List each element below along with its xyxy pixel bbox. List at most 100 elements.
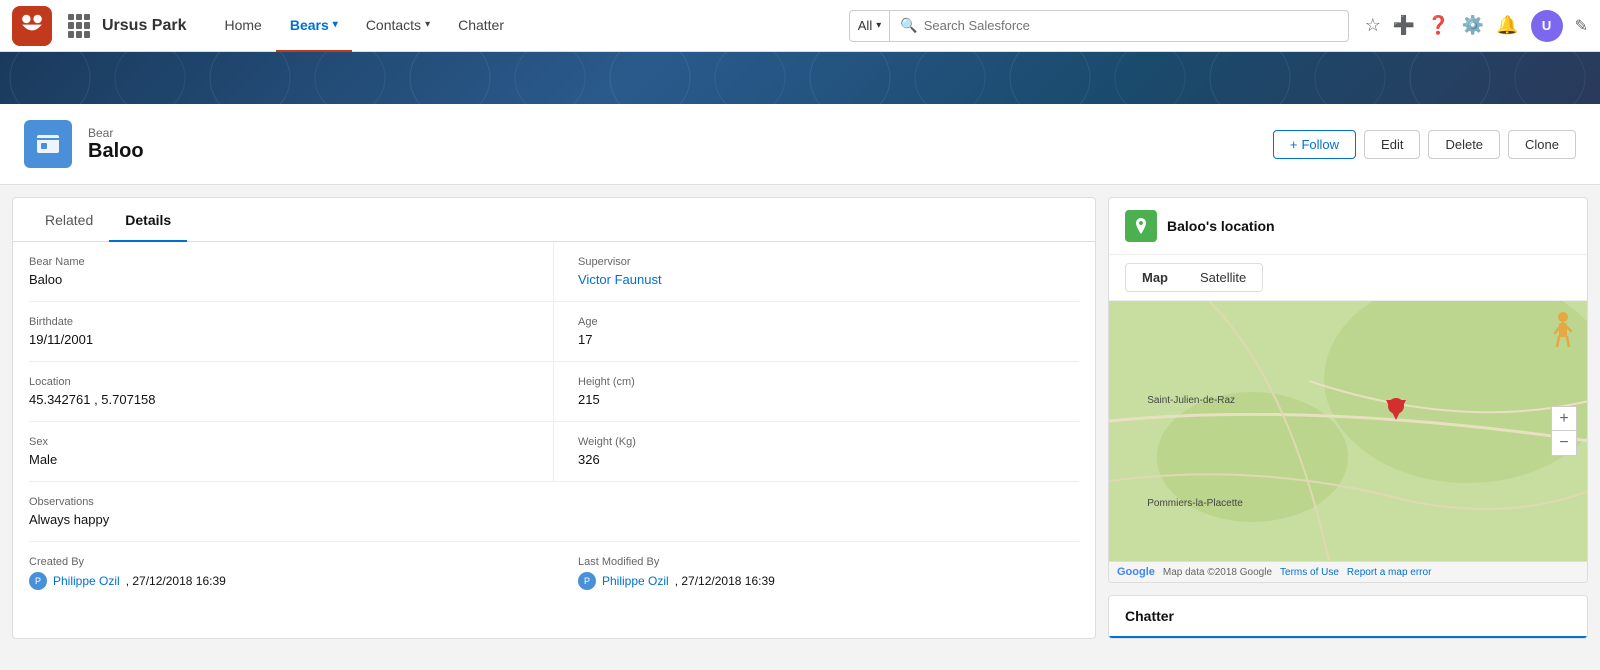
map-label-2: Pommiers-la-Placette	[1147, 498, 1243, 509]
main-content: Related Details Bear Name Baloo ✎ Superv…	[0, 185, 1600, 651]
map-tab-satellite[interactable]: Satellite	[1184, 264, 1262, 291]
map-zoom-controls: + −	[1551, 406, 1577, 456]
record-header-left: Bear Baloo	[24, 120, 144, 168]
search-scope-selector[interactable]: All ▾	[849, 10, 889, 42]
chatter-title: Chatter	[1125, 608, 1174, 624]
birthdate-value: 19/11/2001	[29, 332, 529, 347]
tab-related[interactable]: Related	[29, 198, 109, 242]
user-avatar[interactable]: U	[1531, 10, 1563, 42]
edit-nav-icon[interactable]: ✎	[1575, 16, 1588, 36]
report-link[interactable]: Report a map error	[1347, 567, 1431, 578]
scope-dropdown-icon: ▾	[876, 20, 881, 31]
app-launcher-icon[interactable]	[68, 14, 92, 38]
terms-link[interactable]: Terms of Use	[1280, 567, 1339, 578]
setup-icon[interactable]: ⚙️	[1462, 15, 1484, 36]
field-bear-name: Bear Name Baloo ✎	[29, 242, 554, 302]
nav-contacts[interactable]: Contacts ▾	[352, 0, 444, 52]
favorites-icon[interactable]: ☆	[1365, 15, 1381, 36]
supervisor-value: Victor Faunust	[578, 272, 1055, 287]
created-by-icon: P	[29, 572, 47, 590]
app-logo[interactable]	[12, 6, 52, 46]
search-input[interactable]	[924, 18, 1338, 33]
delete-button[interactable]: Delete	[1428, 130, 1500, 159]
record-title: Bear Baloo	[88, 126, 144, 163]
map-roads	[1109, 301, 1587, 561]
map-header: Baloo's location	[1109, 198, 1587, 255]
location-label: Location	[29, 376, 529, 388]
nav-home[interactable]: Home	[211, 0, 276, 52]
clone-button[interactable]: Clone	[1508, 130, 1576, 159]
street-view-icon[interactable]	[1549, 311, 1577, 347]
map-container[interactable]: Saint-Julien-de-Raz Pommiers-la-Placette	[1109, 301, 1587, 561]
org-name: Ursus Park	[102, 17, 187, 35]
field-modified-by: Last Modified By P Philippe Ozil , 27/12…	[554, 542, 1079, 604]
modified-by-date: , 27/12/2018 16:39	[675, 574, 775, 588]
details-grid: Bear Name Baloo ✎ Supervisor Victor Faun…	[13, 242, 1095, 542]
search-input-area: 🔍	[889, 10, 1349, 42]
modified-by-value: P Philippe Ozil , 27/12/2018 16:39	[578, 572, 1055, 590]
record-tabs: Related Details	[13, 198, 1095, 242]
sex-value: Male	[29, 452, 529, 467]
sex-label: Sex	[29, 436, 529, 448]
record-icon	[24, 120, 72, 168]
weight-value: 326	[578, 452, 1055, 467]
chatter-header: Chatter	[1109, 596, 1587, 638]
modified-by-label: Last Modified By	[578, 556, 1055, 568]
zoom-in-button[interactable]: +	[1552, 407, 1576, 431]
footer-row: Created By P Philippe Ozil , 27/12/2018 …	[13, 542, 1095, 604]
map-pin-marker	[1386, 400, 1406, 420]
supervisor-link[interactable]: Victor Faunust	[578, 272, 662, 287]
map-location-icon	[1125, 210, 1157, 242]
bears-dropdown-icon: ▾	[333, 19, 338, 30]
birthdate-label: Birthdate	[29, 316, 529, 328]
top-icons: ☆ ➕ ❓ ⚙️ 🔔 U ✎	[1365, 10, 1588, 42]
help-icon[interactable]: ❓	[1427, 15, 1449, 36]
field-supervisor: Supervisor Victor Faunust ✎	[554, 242, 1079, 302]
height-label: Height (cm)	[578, 376, 1055, 388]
field-age: Age 17 ✎	[554, 302, 1079, 362]
zoom-out-button[interactable]: −	[1552, 431, 1576, 455]
field-birthdate: Birthdate 19/11/2001 ✎	[29, 302, 554, 362]
modified-by-icon: P	[578, 572, 596, 590]
tab-details[interactable]: Details	[109, 198, 187, 242]
field-observations: Observations Always happy ✎	[29, 482, 1079, 542]
top-navigation: Ursus Park Home Bears ▾ Contacts ▾ Chatt…	[0, 0, 1600, 52]
modified-by-link[interactable]: Philippe Ozil	[602, 574, 669, 588]
follow-button[interactable]: + Follow	[1273, 130, 1356, 159]
map-data-text: Map data ©2018 Google	[1163, 567, 1272, 578]
map-footer: Google Map data ©2018 Google Terms of Us…	[1109, 561, 1587, 582]
add-icon[interactable]: ➕	[1393, 15, 1415, 36]
plus-icon: +	[1290, 137, 1298, 152]
map-tab-map[interactable]: Map	[1126, 264, 1184, 291]
left-panel: Related Details Bear Name Baloo ✎ Superv…	[12, 197, 1096, 639]
contacts-dropdown-icon: ▾	[425, 19, 430, 30]
age-value: 17	[578, 332, 1055, 347]
nav-chatter[interactable]: Chatter	[444, 0, 518, 52]
bear-name-label: Bear Name	[29, 256, 529, 268]
age-label: Age	[578, 316, 1055, 328]
field-location: Location 45.342761 , 5.707158 ✎	[29, 362, 554, 422]
weight-label: Weight (Kg)	[578, 436, 1055, 448]
created-by-label: Created By	[29, 556, 530, 568]
notifications-icon[interactable]: 🔔	[1496, 15, 1518, 36]
created-by-value: P Philippe Ozil , 27/12/2018 16:39	[29, 572, 530, 590]
bear-name-value: Baloo	[29, 272, 529, 287]
chatter-panel: Chatter	[1108, 595, 1588, 639]
edit-button[interactable]: Edit	[1364, 130, 1420, 159]
height-value: 215	[578, 392, 1055, 407]
created-by-link[interactable]: Philippe Ozil	[53, 574, 120, 588]
field-sex: Sex Male ✎	[29, 422, 554, 482]
location-value: 45.342761 , 5.707158	[29, 392, 529, 407]
map-panel: Baloo's location Map Satellite	[1108, 197, 1588, 583]
record-actions: + Follow Edit Delete Clone	[1273, 130, 1576, 159]
nav-bears[interactable]: Bears ▾	[276, 0, 352, 52]
main-nav: Home Bears ▾ Contacts ▾ Chatter	[211, 0, 849, 52]
observations-label: Observations	[29, 496, 1079, 508]
record-object-type: Bear	[88, 126, 144, 140]
map-tabs: Map Satellite	[1125, 263, 1263, 292]
map-label-1: Saint-Julien-de-Raz	[1147, 395, 1235, 406]
record-name: Baloo	[88, 140, 144, 163]
created-by-date: , 27/12/2018 16:39	[126, 574, 226, 588]
page-banner	[0, 52, 1600, 104]
field-weight: Weight (Kg) 326 ✎	[554, 422, 1079, 482]
